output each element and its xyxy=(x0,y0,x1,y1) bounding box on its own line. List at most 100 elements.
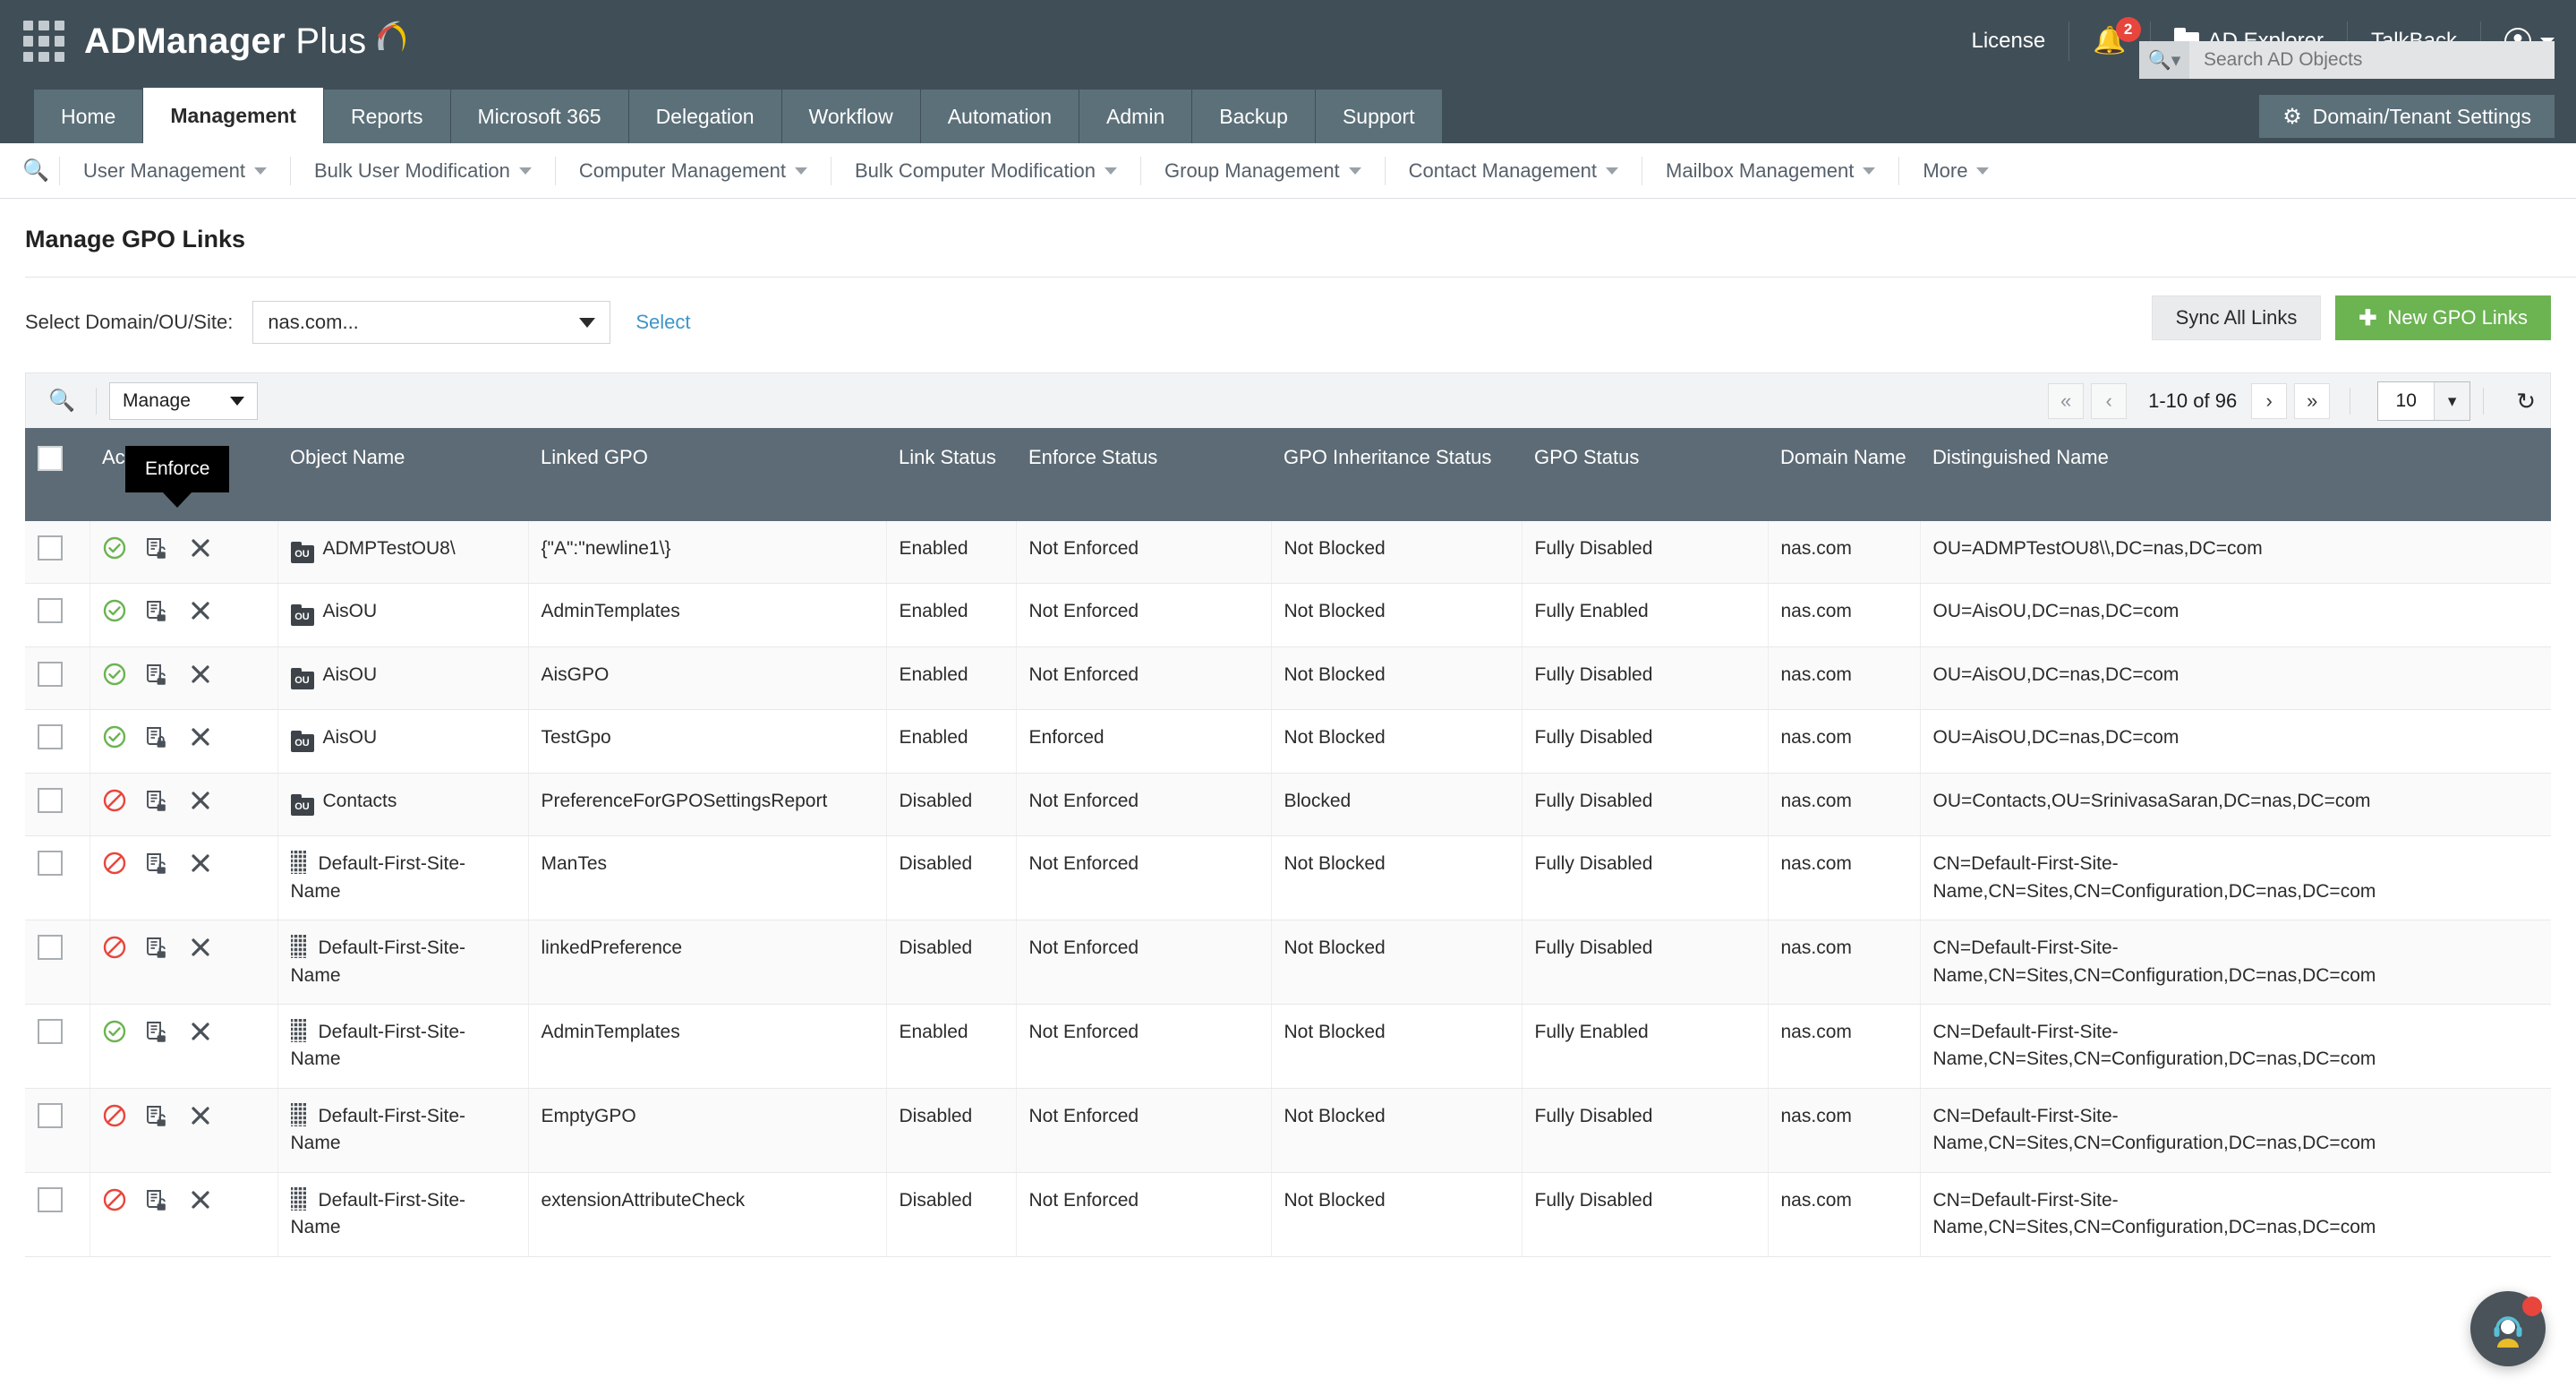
row-checkbox[interactable] xyxy=(38,724,63,750)
cell-link-status: Enabled xyxy=(886,709,1017,774)
first-page-button[interactable]: « xyxy=(2048,383,2085,419)
cell-link-status: Disabled xyxy=(886,1088,1017,1173)
tab-backup[interactable]: Backup xyxy=(1192,90,1316,143)
table-row[interactable]: Default-First-Site-Name extensionAttribut… xyxy=(25,1172,2551,1257)
row-checkbox[interactable] xyxy=(38,1102,63,1128)
row-checkbox[interactable] xyxy=(38,851,63,877)
enforce-toggle[interactable] xyxy=(144,1187,171,1212)
table-row[interactable]: Default-First-Site-Name linkedPreference D… xyxy=(25,920,2551,1005)
enforce-toggle[interactable] xyxy=(144,535,171,561)
link-status-toggle[interactable] xyxy=(103,725,126,749)
domain-tenant-settings-button[interactable]: ⚙ Domain/Tenant Settings xyxy=(2259,95,2555,138)
link-status-toggle[interactable] xyxy=(103,536,126,560)
remove-link-button[interactable] xyxy=(189,852,212,875)
brand-ad: AD xyxy=(84,21,137,61)
tab-support[interactable]: Support xyxy=(1315,90,1443,143)
subnav-mailbox-management[interactable]: Mailbox Management xyxy=(1642,156,1898,185)
tab-home[interactable]: Home xyxy=(34,90,144,143)
search-icon[interactable]: 🔍▾ xyxy=(2139,41,2189,79)
table-row[interactable]: OU AisOU AisGPO Enabled Not Enforced Not Bloc… xyxy=(25,646,2551,711)
notification-badge: 2 xyxy=(2115,17,2141,42)
subnav-group-management[interactable]: Group Management xyxy=(1140,156,1385,185)
subnav-bulk-user-modification[interactable]: Bulk User Modification xyxy=(289,156,555,185)
prev-page-button[interactable]: ‹ xyxy=(2091,383,2128,419)
page-size-select[interactable]: 10 ▾ xyxy=(2377,381,2471,421)
ad-objects-search[interactable]: 🔍▾ xyxy=(2139,41,2555,79)
grid-apps-icon[interactable] xyxy=(23,21,64,62)
tab-reports[interactable]: Reports xyxy=(323,90,451,143)
tab-workflow[interactable]: Workflow xyxy=(781,90,921,143)
tab-delegation[interactable]: Delegation xyxy=(628,90,782,143)
cell-linked-gpo: AdminTemplates xyxy=(528,1004,887,1089)
site-building-icon xyxy=(290,935,306,959)
remove-link-button[interactable] xyxy=(189,1104,212,1127)
row-checkbox[interactable] xyxy=(38,935,63,961)
sync-all-links-button[interactable]: Sync All Links xyxy=(2151,295,2322,340)
table-row[interactable]: OU Contacts PreferenceForGPOSettingsReport… xyxy=(25,773,2551,837)
search-list-icon[interactable]: 🔍 xyxy=(40,388,83,414)
table-row[interactable]: Default-First-Site-Name EmptyGPO Disabled N… xyxy=(25,1088,2551,1173)
tab-management[interactable]: Management xyxy=(143,88,324,143)
manage-dropdown[interactable]: Manage xyxy=(109,381,258,420)
enforce-toggle[interactable] xyxy=(144,935,171,960)
remove-link-button[interactable] xyxy=(189,1020,212,1043)
enforce-toggle[interactable] xyxy=(144,1019,171,1044)
link-status-toggle[interactable] xyxy=(103,1104,126,1127)
subnav-more[interactable]: More xyxy=(1898,156,2012,185)
tab-admin[interactable]: Admin xyxy=(1079,90,1193,143)
remove-link-button[interactable] xyxy=(189,1188,212,1211)
link-status-toggle[interactable] xyxy=(103,1188,126,1211)
subnav-computer-management[interactable]: Computer Management xyxy=(554,156,831,185)
enforce-toggle[interactable] xyxy=(144,1103,171,1128)
row-checkbox[interactable] xyxy=(38,787,63,813)
table-row[interactable]: Default-First-Site-Name AdminTemplates Ena… xyxy=(25,1004,2551,1089)
enforce-toggle[interactable] xyxy=(144,851,171,876)
select-all-checkbox[interactable] xyxy=(38,446,63,471)
link-status-toggle[interactable] xyxy=(103,852,126,875)
enforce-toggle[interactable] xyxy=(144,662,171,687)
domain-ou-site-dropdown[interactable]: nas.com... xyxy=(252,301,611,344)
next-page-button[interactable]: › xyxy=(2251,383,2288,419)
link-status-toggle[interactable] xyxy=(103,663,126,686)
row-checkbox[interactable] xyxy=(38,1018,63,1044)
new-gpo-links-button[interactable]: ✚ New GPO Links xyxy=(2335,295,2551,340)
table-row[interactable]: OU AisOU AdminTemplates Enabled Not Enforced… xyxy=(25,583,2551,647)
subnav-bulk-computer-modification[interactable]: Bulk Computer Modification xyxy=(830,156,1140,185)
remove-link-button[interactable] xyxy=(189,599,212,622)
row-checkbox[interactable] xyxy=(38,661,63,687)
enforce-toggle[interactable] xyxy=(144,724,171,749)
brand-logo[interactable]: ADManager Plus xyxy=(84,16,409,66)
row-checkbox[interactable] xyxy=(38,535,63,561)
table-row[interactable]: OU AisOU TestGpo Enabled Enforced Not Blocked… xyxy=(25,709,2551,774)
remove-link-button[interactable] xyxy=(189,789,212,812)
refresh-icon[interactable]: ↻ xyxy=(2516,388,2536,415)
enforce-toggle[interactable] xyxy=(144,788,171,813)
table-row[interactable]: OU ADMPTestOU8\ {"A":"newline1\} Enabled Not… xyxy=(25,521,2551,585)
remove-link-button[interactable] xyxy=(189,663,212,686)
cell-linked-gpo: EmptyGPO xyxy=(528,1088,887,1173)
select-link[interactable]: Select xyxy=(635,311,690,334)
close-x-icon xyxy=(191,938,209,956)
enforce-toggle[interactable] xyxy=(144,598,171,623)
link-status-toggle[interactable] xyxy=(103,599,126,622)
subnav-contact-management[interactable]: Contact Management xyxy=(1384,156,1642,185)
row-checkbox[interactable] xyxy=(38,598,63,624)
search-input[interactable] xyxy=(2189,49,2555,71)
last-page-button[interactable]: » xyxy=(2294,383,2331,419)
row-checkbox[interactable] xyxy=(38,1186,63,1212)
link-status-toggle[interactable] xyxy=(103,936,126,959)
link-status-toggle[interactable] xyxy=(103,1020,126,1043)
search-list-icon[interactable]: 🔍 xyxy=(13,158,59,184)
license-link[interactable]: License xyxy=(1948,21,2070,61)
remove-link-button[interactable] xyxy=(189,536,212,560)
remove-link-button[interactable] xyxy=(189,936,212,959)
support-chat-button[interactable] xyxy=(2470,1291,2546,1366)
tab-automation[interactable]: Automation xyxy=(920,90,1080,143)
link-status-toggle[interactable] xyxy=(103,789,126,812)
brand-title: ADManager Plus xyxy=(84,21,366,62)
caret-down-icon xyxy=(1105,167,1117,175)
table-row[interactable]: Default-First-Site-Name ManTes Disabled Not… xyxy=(25,835,2551,921)
subnav-user-management[interactable]: User Management xyxy=(59,156,290,185)
tab-microsoft-365[interactable]: Microsoft 365 xyxy=(450,90,629,143)
remove-link-button[interactable] xyxy=(189,725,212,749)
